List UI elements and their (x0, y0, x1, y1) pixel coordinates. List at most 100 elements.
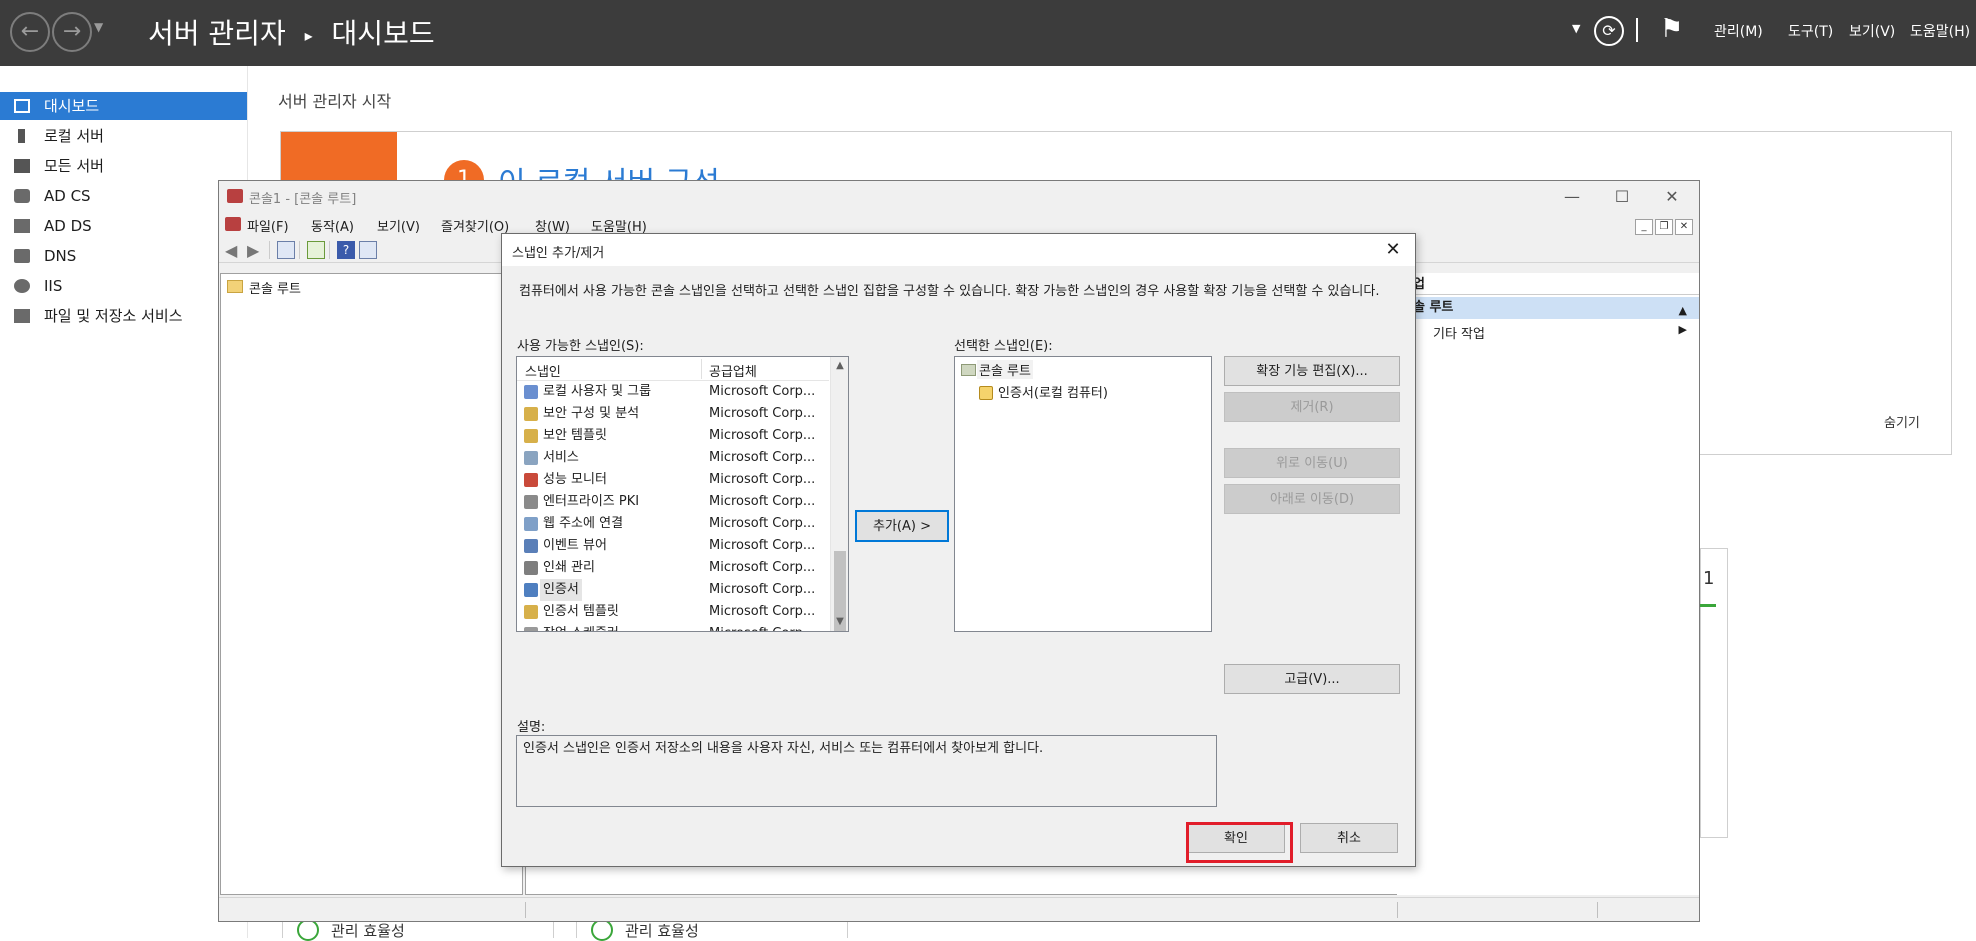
certificate-icon (979, 386, 993, 400)
close-icon[interactable]: ✕ (1649, 183, 1695, 211)
menu-file[interactable]: 파일(F) (247, 216, 289, 235)
snapin-icon (524, 385, 538, 399)
server-manager-titlebar: ← → ▼ 서버 관리자 ▸ 대시보드 ▼ ⟳ ⚑ 관리(M) 도구(T) 보기… (0, 0, 1976, 66)
snapin-row[interactable]: 엔터프라이즈 PKI Microsoft Corp... (517, 491, 829, 513)
menu-favorites[interactable]: 즐겨찾기(O) (441, 216, 509, 235)
console-tree: 콘솔 루트 (220, 273, 523, 895)
remove-button[interactable]: 제거(R) (1224, 392, 1400, 422)
snapin-row[interactable]: 로컬 사용자 및 그룹 Microsoft Corp... (517, 381, 829, 403)
role-tile-status-bar (1700, 604, 1716, 607)
close-icon[interactable]: ✕ (1379, 237, 1407, 263)
iis-icon (14, 279, 30, 293)
show-action-pane-icon[interactable] (359, 241, 377, 259)
actions-console-root[interactable]: 콘솔 루트 ▲ (1397, 297, 1699, 319)
add-button[interactable]: 추가(A) > (855, 510, 949, 542)
back-icon[interactable]: ◀ (225, 241, 243, 260)
flag-icon[interactable]: ⚑ (1660, 14, 1683, 44)
sidebar-item-local-server[interactable]: 로컬 서버 (0, 122, 247, 150)
column-header-snapin[interactable]: 스냅인 (525, 361, 561, 380)
sidebar-item-dashboard[interactable]: 대시보드 (0, 92, 247, 120)
menu-view[interactable]: 보기(V) (377, 216, 420, 235)
hide-link[interactable]: 숨기기 (1884, 412, 1920, 431)
history-dropdown-icon[interactable]: ▼ (94, 20, 103, 34)
snapin-row[interactable]: 성능 모니터 Microsoft Corp... (517, 469, 829, 491)
snapin-row[interactable]: 보안 템플릿 Microsoft Corp... (517, 425, 829, 447)
scroll-up-icon[interactable]: ▲ (831, 357, 848, 375)
toolbar-divider (269, 241, 270, 259)
available-snapins-list[interactable]: 스냅인 공급업체 로컬 사용자 및 그룹 Microsoft Corp... 보안 … (516, 356, 849, 632)
scroll-down-icon[interactable]: ▼ (831, 613, 848, 631)
menu-view[interactable]: 보기(V) (1849, 21, 1895, 41)
column-header-vendor[interactable]: 공급업체 (709, 361, 757, 380)
menu-help[interactable]: 도움말(H) (1910, 21, 1970, 41)
dialog-intro: 컴퓨터에서 사용 가능한 콘솔 스냅인을 선택하고 선택한 스냅인 집합을 구성… (519, 284, 1380, 299)
actions-pane: 작업 콘솔 루트 ▲ 기타 작업 ▶ (1397, 273, 1699, 895)
collapse-icon[interactable]: ▲ (1679, 300, 1687, 322)
dialog-title: 스냅인 추가/제거 (512, 246, 605, 261)
console-root-folder-icon (961, 364, 976, 376)
selected-item-certificates[interactable]: 인증서(로컬 컴퓨터) (998, 382, 1108, 401)
minimize-icon[interactable]: — (1549, 183, 1595, 211)
snapin-vendor: Microsoft Corp... (709, 516, 816, 531)
toolbar-divider (1636, 18, 1638, 42)
snapin-name: 로컬 사용자 및 그룹 (543, 384, 652, 399)
refresh-icon[interactable]: ⟳ (1594, 16, 1624, 46)
show-hide-tree-icon[interactable] (277, 241, 295, 259)
snapin-row[interactable]: 웹 주소에 연결 Microsoft Corp... (517, 513, 829, 535)
move-up-button[interactable]: 위로 이동(U) (1224, 448, 1400, 478)
forward-icon[interactable]: ▶ (247, 241, 265, 260)
snapin-vendor: Microsoft Corp... (709, 494, 816, 509)
snapin-row[interactable]: 인쇄 관리 Microsoft Corp... (517, 557, 829, 579)
edit-extensions-button[interactable]: 확장 기능 편집(X)... (1224, 356, 1400, 386)
back-arrow-icon[interactable]: ← (10, 12, 50, 52)
menu-action[interactable]: 동작(A) (311, 216, 354, 235)
menu-manage[interactable]: 관리(M) (1714, 21, 1763, 41)
sidebar-item-file-storage[interactable]: 파일 및 저장소 서비스 (0, 302, 247, 330)
tree-item-console-root[interactable]: 콘솔 루트 (249, 278, 301, 297)
help-icon[interactable]: ? (337, 241, 355, 259)
forward-arrow-icon[interactable]: → (52, 12, 92, 52)
snapin-icon (524, 407, 538, 421)
actions-more[interactable]: 기타 작업 (1433, 323, 1485, 342)
sidebar-item-all-servers[interactable]: 모든 서버 (0, 152, 247, 180)
snapin-name: 엔터프라이즈 PKI (543, 494, 640, 509)
sidebar-item-dns[interactable]: DNS (0, 242, 247, 270)
cancel-button[interactable]: 취소 (1300, 823, 1398, 853)
export-list-icon[interactable] (307, 241, 325, 259)
snapin-vendor: Microsoft Corp... (709, 406, 816, 421)
snapin-name: 이벤트 뷰어 (543, 538, 607, 553)
console-menubar: 파일(F) 동작(A) 보기(V) 즐겨찾기(O) 창(W) 도움말(H) (219, 213, 1699, 235)
dropdown-icon[interactable]: ▼ (1572, 22, 1580, 35)
advanced-button[interactable]: 고급(V)... (1224, 664, 1400, 694)
snapin-row[interactable]: 인증서 Microsoft Corp... (517, 579, 829, 601)
snapin-icon (524, 495, 538, 509)
mdi-close-icon[interactable]: ✕ (1675, 219, 1693, 235)
snapin-name: 보안 구성 및 분석 (543, 406, 640, 421)
snapin-row[interactable]: 서비스 Microsoft Corp... (517, 447, 829, 469)
snapin-icon (524, 429, 538, 443)
snapin-icon (524, 517, 538, 531)
snapin-vendor: Microsoft Corp... (709, 604, 816, 619)
list-header: 스냅인 공급업체 (517, 357, 829, 381)
sidebar-item-adcs[interactable]: AD CS (0, 182, 247, 210)
maximize-icon[interactable]: ☐ (1599, 183, 1645, 211)
snapin-row[interactable]: 이벤트 뷰어 Microsoft Corp... (517, 535, 829, 557)
snapin-icon (524, 539, 538, 553)
snapin-row[interactable]: 인증서 템플릿 Microsoft Corp... (517, 601, 829, 623)
selected-snapins-list[interactable]: 콘솔 루트 인증서(로컬 컴퓨터) (954, 356, 1212, 632)
console-doc-icon[interactable] (225, 217, 241, 231)
sidebar-item-iis[interactable]: IIS (0, 272, 247, 300)
toolbar-divider (299, 241, 300, 259)
snapin-row[interactable]: 작업 스케줄러 Microsoft Corp... (517, 623, 829, 631)
snapin-row[interactable]: 보안 구성 및 분석 Microsoft Corp... (517, 403, 829, 425)
column-divider[interactable] (701, 359, 702, 379)
menu-tools[interactable]: 도구(T) (1788, 21, 1833, 41)
sidebar-item-adds[interactable]: AD DS (0, 212, 247, 240)
mdi-minimize-icon[interactable]: _ (1635, 219, 1653, 235)
move-down-button[interactable]: 아래로 이동(D) (1224, 484, 1400, 514)
snapin-vendor: Microsoft Corp... (709, 450, 816, 465)
selected-item-console-root[interactable]: 콘솔 루트 (977, 360, 1033, 379)
mdi-restore-icon[interactable]: ❐ (1655, 219, 1673, 235)
list-scrollbar[interactable]: ▲ ▼ (830, 357, 848, 631)
snapin-vendor: Microsoft Corp... (709, 582, 816, 597)
